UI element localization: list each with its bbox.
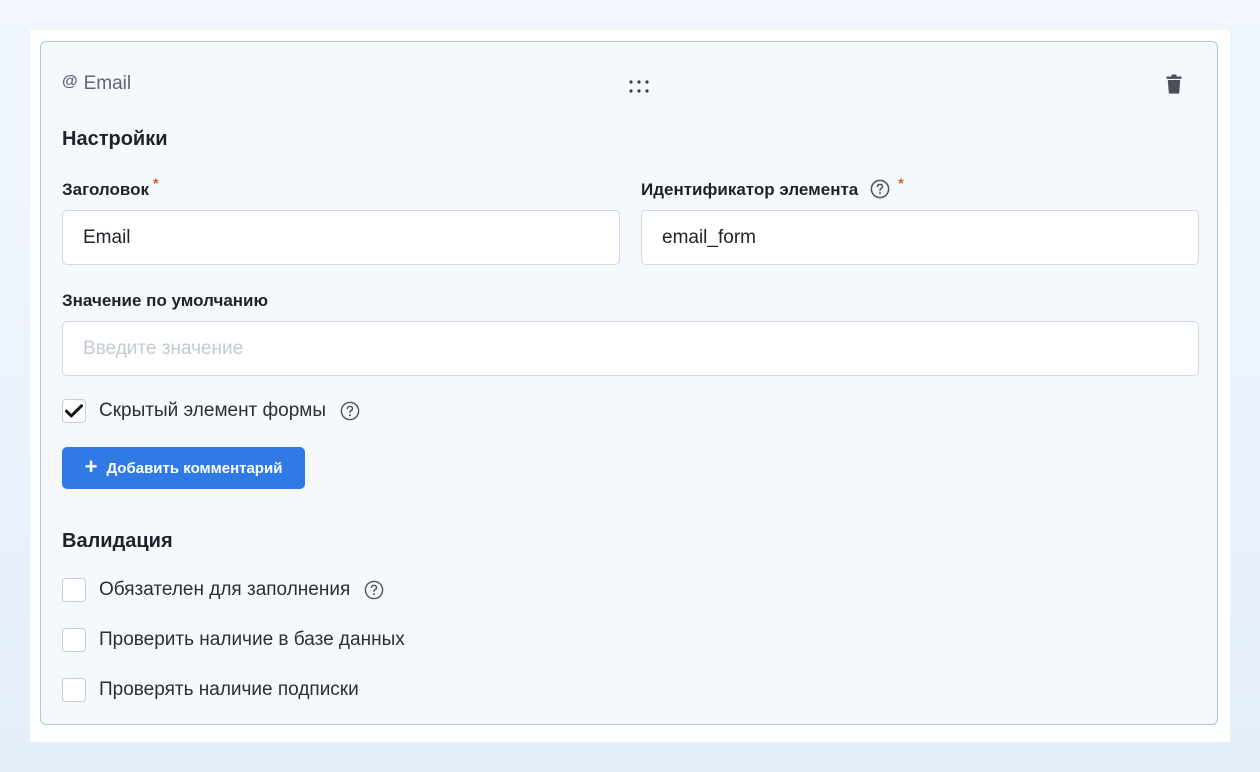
plus-icon: + [84,454,98,479]
check-database-checkbox[interactable] [62,628,86,652]
default-value-input[interactable] [62,321,1199,376]
element-id-input[interactable] [641,210,1199,265]
required-checkbox[interactable] [62,578,86,602]
page-sheet: @ Email Настройки Заголовок * Email Иден… [30,30,1230,742]
validation-option-label: Проверить наличие в базе данных [99,629,405,650]
required-mark: * [153,175,159,191]
hidden-element-label: Скрытый элемент формы [99,400,327,421]
settings-section-title: Настройки [62,128,168,150]
validation-option-check-subscription: Проверять наличие подписки [62,678,359,702]
title-field-label: Заголовок * [62,175,158,200]
element-type-label: @ Email [62,73,131,95]
default-value-label: Значение по умолчанию [62,291,268,311]
trash-icon [1166,74,1182,99]
hidden-element-checkbox[interactable] [62,399,86,423]
delete-button[interactable] [1163,74,1185,98]
element-type-name: Email [83,73,132,94]
checkmark-icon [65,404,83,418]
id-field-label: Идентификатор элемента * [641,175,904,200]
validation-option-required: Обязателен для заполнения [62,578,384,602]
title-field-label-text: Заголовок [62,180,150,199]
add-comment-button[interactable]: + Добавить комментарий [62,447,305,489]
validation-option-check-db: Проверить наличие в базе данных [62,628,405,652]
drag-dots-icon[interactable] [628,79,652,95]
hidden-element-option: Скрытый элемент формы [62,399,360,423]
default-value-label-text: Значение по умолчанию [62,291,269,310]
validation-option-label: Проверять наличие подписки [99,679,359,700]
required-mark: * [898,175,904,191]
title-input[interactable] [62,210,620,265]
question-circle-icon[interactable] [364,580,384,600]
email-element-card: @ Email Настройки Заголовок * Email Иден… [40,41,1218,725]
question-circle-icon[interactable] [870,179,890,199]
validation-option-label: Обязателен для заполнения [99,579,351,600]
validation-section-title: Валидация [62,530,173,552]
add-comment-label: Добавить комментарий [106,459,283,477]
id-field-label-text: Идентификатор элемента [641,180,859,199]
at-sign-icon: @ [62,73,78,90]
question-circle-icon[interactable] [340,401,360,421]
check-subscription-checkbox[interactable] [62,678,86,702]
